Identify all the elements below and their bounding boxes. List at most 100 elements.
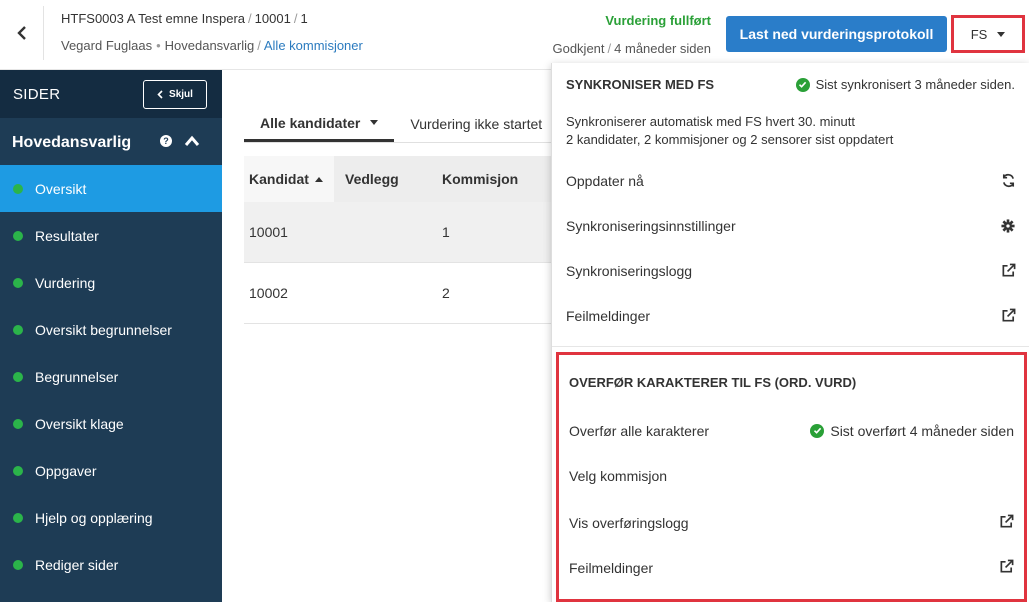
fs-dropdown-menu: SYNKRONISER MED FS Sist synkronisert 3 m… [551, 63, 1029, 602]
status-dot [13, 371, 23, 382]
sidebar-title: SIDER [13, 86, 61, 103]
fs-button-label: FS [970, 26, 988, 42]
menu-item-label: Feilmeldinger [566, 307, 651, 324]
sync-heading: SYNKRONISER MED FS [566, 77, 715, 92]
sidebar-item-vurdering[interactable]: Vurdering [0, 259, 222, 306]
column-header-vedlegg[interactable]: Vedlegg [334, 156, 431, 202]
cell-kommisjon: 1 [442, 224, 450, 240]
fs-dropdown-button[interactable]: FS [951, 15, 1025, 53]
chevron-left-icon [157, 90, 163, 99]
sidebar-item-label: Oversikt klage [35, 415, 124, 432]
refresh-icon [1000, 173, 1016, 189]
transfer-errors-item[interactable]: Feilmeldinger [559, 545, 1024, 590]
menu-item-label: Vis overføringslogg [569, 514, 689, 531]
transfer-status: Sist overført 4 måneder siden [810, 423, 1014, 439]
transfer-log-item[interactable]: Vis overføringslogg [559, 500, 1024, 545]
status-dot [13, 324, 23, 335]
hide-sidebar-button[interactable]: Skjul [143, 80, 207, 109]
check-circle-icon [810, 423, 825, 438]
course-code: HTFS0003 A Test emne Inspera [61, 11, 246, 26]
download-protocol-button[interactable]: Last ned vurderingsprotokoll [726, 16, 947, 52]
approved-time: 4 måneder siden [614, 41, 711, 56]
external-link-icon [999, 514, 1014, 532]
filter-tabs: Alle kandidater Vurdering ikke startet [244, 106, 558, 142]
menu-item-label: Synkroniseringsinnstillinger [566, 217, 736, 234]
sidebar-item-oversikt[interactable]: Oversikt [0, 165, 222, 212]
help-icon[interactable]: ? [160, 135, 172, 147]
transfer-status-text: Sist overført 4 måneder siden [830, 422, 1014, 439]
tabs-divider [244, 142, 564, 143]
cell-kandidat: 10001 [249, 224, 288, 240]
sync-log-item[interactable]: Synkroniseringslogg [552, 248, 1029, 293]
sidebar-nav: Oversikt Resultater Vurdering Oversikt b… [0, 165, 222, 588]
column-label: Kandidat [249, 171, 309, 187]
candidate-number: 10001 [254, 11, 291, 26]
sync-errors-item[interactable]: Feilmeldinger [552, 293, 1029, 338]
table-row[interactable]: 10001 1 [244, 202, 564, 263]
sidebar-item-begrunnelser[interactable]: Begrunnelser [0, 353, 222, 400]
status-dot [13, 418, 23, 429]
external-link-icon [1000, 263, 1016, 279]
sidebar-item-oppgaver[interactable]: Oppgaver [0, 447, 222, 494]
menu-item-label: Overfør alle karakterer [569, 422, 710, 439]
back-button[interactable] [0, 6, 44, 60]
approved-label: Godkjent [552, 41, 605, 56]
sync-settings-item[interactable]: Synkroniseringsinnstillinger [552, 203, 1029, 248]
menu-item-label: Oppdater nå [566, 172, 644, 189]
sidebar-item-hjelp[interactable]: Hjelp og opplæring [0, 494, 222, 541]
sidebar-item-label: Oversikt [35, 180, 87, 197]
sort-ascending-icon [314, 176, 323, 182]
tab-label: Alle kandidater [260, 114, 361, 131]
status-dot [13, 277, 23, 288]
table-row[interactable]: 10002 2 [244, 263, 564, 324]
transfer-grades-section: OVERFØR KARAKTERER TIL FS (ORD. VURD) Ov… [556, 352, 1027, 602]
all-committees-link[interactable]: Alle kommisjoner [264, 38, 363, 53]
sidebar-item-label: Vurdering [35, 274, 96, 291]
section-label: Hovedansvarlig [12, 134, 132, 151]
menu-item-label: Feilmeldinger [569, 559, 654, 576]
section-header[interactable]: Hovedansvarlig ? [0, 118, 222, 165]
external-link-icon [1000, 308, 1016, 324]
cell-kommisjon: 2 [442, 285, 450, 301]
hide-label: Skjul [169, 89, 193, 100]
caret-down-icon [370, 120, 379, 125]
sidebar-item-label: Hjelp og opplæring [35, 509, 153, 526]
external-link-icon [999, 559, 1014, 577]
menu-item-label: Velg kommisjon [569, 467, 668, 484]
tab-not-started[interactable]: Vurdering ikke startet [394, 106, 558, 142]
sidebar-item-oversikt-begrunnelser[interactable]: Oversikt begrunnelser [0, 306, 222, 353]
sidebar-item-oversikt-klage[interactable]: Oversikt klage [0, 400, 222, 447]
update-now-item[interactable]: Oppdater nå [552, 158, 1029, 203]
column-header-kommisjon[interactable]: Kommisjon [431, 156, 564, 202]
check-circle-icon [795, 77, 810, 92]
column-label: Kommisjon [442, 171, 519, 187]
transfer-heading: OVERFØR KARAKTERER TIL FS (ORD. VURD) [569, 375, 857, 390]
select-committee-item[interactable]: Velg kommisjon [559, 453, 1024, 498]
sidebar-item-resultater[interactable]: Resultater [0, 212, 222, 259]
sidebar-item-label: Rediger sider [35, 556, 119, 573]
assessment-status: Vurdering fullført [605, 13, 711, 28]
sidebar-item-label: Resultater [35, 227, 99, 244]
chevron-up-icon[interactable] [184, 134, 200, 148]
sync-desc-line1: Synkroniserer automatisk med FS hvert 30… [566, 114, 856, 129]
section-divider [552, 346, 1029, 347]
status-dot [13, 230, 23, 241]
column-header-kandidat[interactable]: Kandidat [244, 156, 334, 202]
sidebar-item-label: Oversikt begrunnelser [35, 321, 172, 338]
transfer-all-item[interactable]: Overfør alle karakterer Sist overført 4 … [559, 408, 1024, 453]
menu-item-label: Synkroniseringslogg [566, 262, 693, 279]
user-context: Vegard Fuglaas • Hovedansvarlig / Alle kommi… [61, 38, 363, 53]
breadcrumb: HTFS0003 A Test emne Inspera/10001/1 [61, 11, 308, 26]
status-dot [13, 559, 23, 570]
sync-description: Synkroniserer automatisk med FS hvert 30… [566, 113, 893, 149]
sync-status-text: Sist synkronisert 3 måneder siden. [815, 77, 1015, 92]
chevron-left-icon [16, 26, 26, 40]
sidebar-header: SIDER Skjul [0, 70, 222, 118]
cell-kandidat: 10002 [249, 285, 288, 301]
user-role: Hovedansvarlig [164, 38, 255, 53]
page-number: 1 [300, 11, 308, 26]
tab-all-candidates[interactable]: Alle kandidater [244, 106, 395, 142]
sidebar: SIDER Skjul Hovedansvarlig ? Oversikt Re… [0, 70, 222, 602]
user-name: Vegard Fuglaas [61, 38, 153, 53]
sidebar-item-rediger-sider[interactable]: Rediger sider [0, 541, 222, 588]
